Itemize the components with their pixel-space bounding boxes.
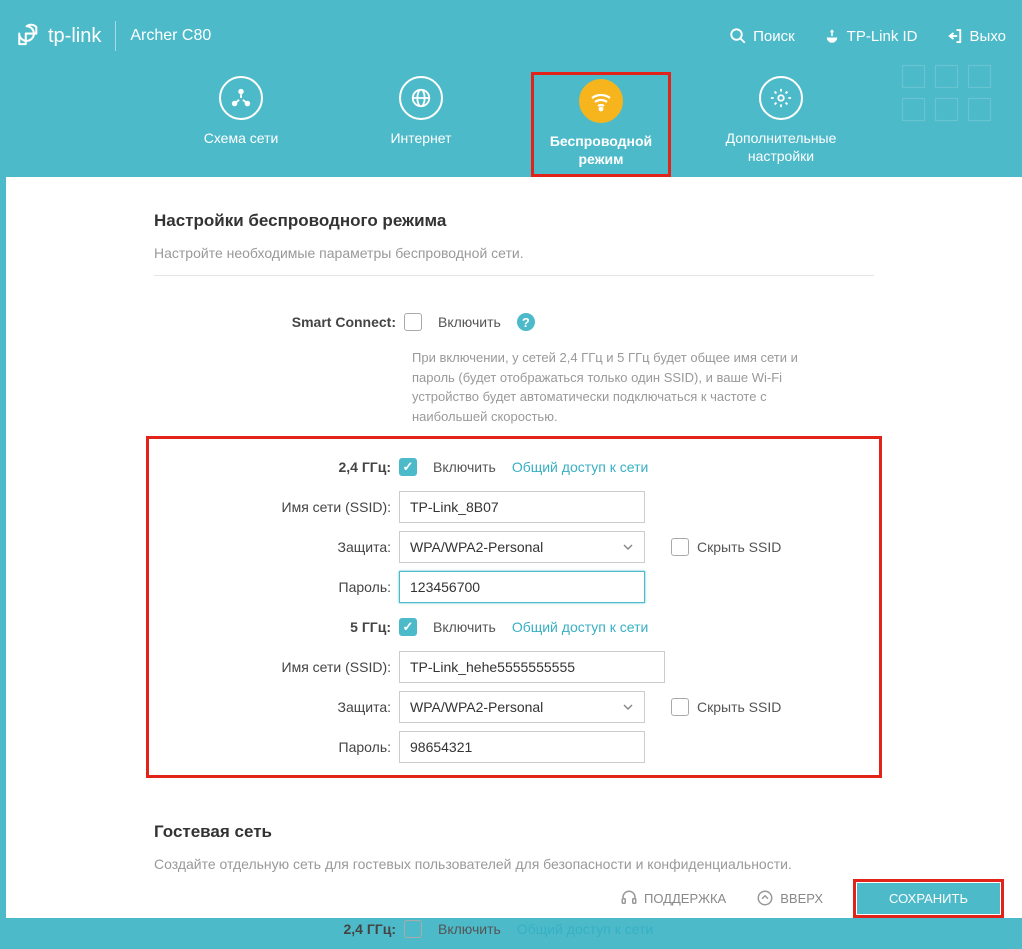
top-button[interactable]: ВВЕРХ [756, 889, 823, 907]
save-button-highlight: СОХРАНИТЬ [853, 879, 1004, 918]
globe-icon [410, 87, 432, 109]
tab-advanced-label: Дополнительные настройки [726, 130, 837, 165]
smart-connect-label: Smart Connect: [154, 314, 404, 330]
band24-enable-label: Включить [433, 459, 496, 475]
bg-pattern [882, 60, 1022, 170]
header: tp-link Archer C80 Поиск TP-Link ID Выхо [0, 0, 1022, 72]
band24-security-select[interactable]: WPA/WPA2-Personal [399, 531, 645, 563]
gear-icon [770, 87, 792, 109]
smart-connect-enable-label: Включить [438, 314, 501, 330]
band24-hide-ssid-label: Скрыть SSID [697, 539, 781, 555]
search-icon [729, 27, 747, 45]
wireless-settings-highlight: 2,4 ГГц: Включить Общий доступ к сети Им… [146, 436, 882, 778]
band5-ssid-label: Имя сети (SSID): [149, 659, 399, 675]
band5-enable-checkbox[interactable] [399, 618, 417, 636]
tab-internet[interactable]: Интернет [351, 72, 491, 177]
logout-button[interactable]: Выхо [946, 27, 1006, 45]
band24-ssid-label: Имя сети (SSID): [149, 499, 399, 515]
guest-band24-share-link[interactable]: Общий доступ к сети [517, 921, 654, 937]
tab-internet-label: Интернет [390, 130, 451, 148]
brand-text: tp-link [48, 25, 101, 48]
search-label: Поиск [753, 28, 795, 45]
band5-hide-ssid-label: Скрыть SSID [697, 699, 781, 715]
band5-password-label: Пароль: [149, 739, 399, 755]
guest-desc: Создайте отдельную сеть для гостевых пол… [154, 856, 874, 872]
smart-connect-hint: При включении, у сетей 2,4 ГГц и 5 ГГц б… [412, 348, 812, 426]
band24-label: 2,4 ГГц: [149, 459, 399, 475]
model-name: Archer C80 [130, 27, 211, 45]
band24-share-link[interactable]: Общий доступ к сети [512, 459, 649, 475]
brand-logo: tp-link [16, 23, 101, 49]
band5-password-input[interactable] [399, 731, 645, 763]
support-button[interactable]: ПОДДЕРЖКА [620, 889, 726, 907]
wireless-title: Настройки беспроводного режима [154, 211, 874, 231]
smart-connect-checkbox[interactable] [404, 313, 422, 331]
guest-band24-label: 2,4 ГГц: [154, 921, 404, 937]
tab-advanced[interactable]: Дополнительные настройки [711, 72, 851, 177]
tplink-id-button[interactable]: TP-Link ID [823, 27, 918, 45]
band5-hide-ssid-checkbox[interactable] [671, 698, 689, 716]
band5-security-select[interactable]: WPA/WPA2-Personal [399, 691, 645, 723]
logout-icon [946, 27, 964, 45]
band24-password-input[interactable] [399, 571, 645, 603]
tab-wireless[interactable]: Беспроводной режим [531, 72, 671, 177]
band5-label: 5 ГГц: [149, 619, 399, 635]
band24-password-label: Пароль: [149, 579, 399, 595]
content-panel: Настройки беспроводного режима Настройте… [6, 177, 1022, 918]
save-button[interactable]: СОХРАНИТЬ [857, 883, 1000, 914]
main-tabs: Схема сети Интернет Беспроводной режим Д… [0, 72, 1022, 177]
header-divider [115, 21, 116, 51]
guest-band24-enable-checkbox[interactable] [404, 920, 422, 938]
band5-share-link[interactable]: Общий доступ к сети [512, 619, 649, 635]
tab-network-map[interactable]: Схема сети [171, 72, 311, 177]
wifi-icon [589, 89, 613, 113]
guest-band24-enable-label: Включить [438, 921, 501, 937]
band24-security-label: Защита: [149, 539, 399, 555]
tplink-logo-icon [16, 23, 42, 49]
wireless-desc: Настройте необходимые параметры беспрово… [154, 245, 874, 261]
search-button[interactable]: Поиск [729, 27, 795, 45]
band5-security-value: WPA/WPA2-Personal [410, 699, 543, 715]
tab-network-label: Схема сети [204, 130, 279, 148]
band5-enable-label: Включить [433, 619, 496, 635]
band5-security-label: Защита: [149, 699, 399, 715]
chevron-down-icon [622, 701, 634, 713]
band24-security-value: WPA/WPA2-Personal [410, 539, 543, 555]
guest-title: Гостевая сеть [154, 822, 874, 842]
footer-bar: ПОДДЕРЖКА ВВЕРХ СОХРАНИТЬ [6, 878, 1022, 918]
band24-hide-ssid-checkbox[interactable] [671, 538, 689, 556]
logout-label: Выхо [970, 28, 1006, 45]
arrow-up-icon [756, 889, 774, 907]
band24-ssid-input[interactable] [399, 491, 645, 523]
top-label: ВВЕРХ [780, 891, 823, 906]
support-label: ПОДДЕРЖКА [644, 891, 726, 906]
band5-ssid-input[interactable] [399, 651, 665, 683]
tab-wireless-label: Беспроводной режим [550, 133, 652, 168]
cloud-user-icon [823, 27, 841, 45]
band24-enable-checkbox[interactable] [399, 458, 417, 476]
chevron-down-icon [622, 541, 634, 553]
tplink-id-label: TP-Link ID [847, 28, 918, 45]
network-map-icon [230, 87, 252, 109]
headset-icon [620, 889, 638, 907]
smart-connect-help-icon[interactable]: ? [517, 313, 535, 331]
